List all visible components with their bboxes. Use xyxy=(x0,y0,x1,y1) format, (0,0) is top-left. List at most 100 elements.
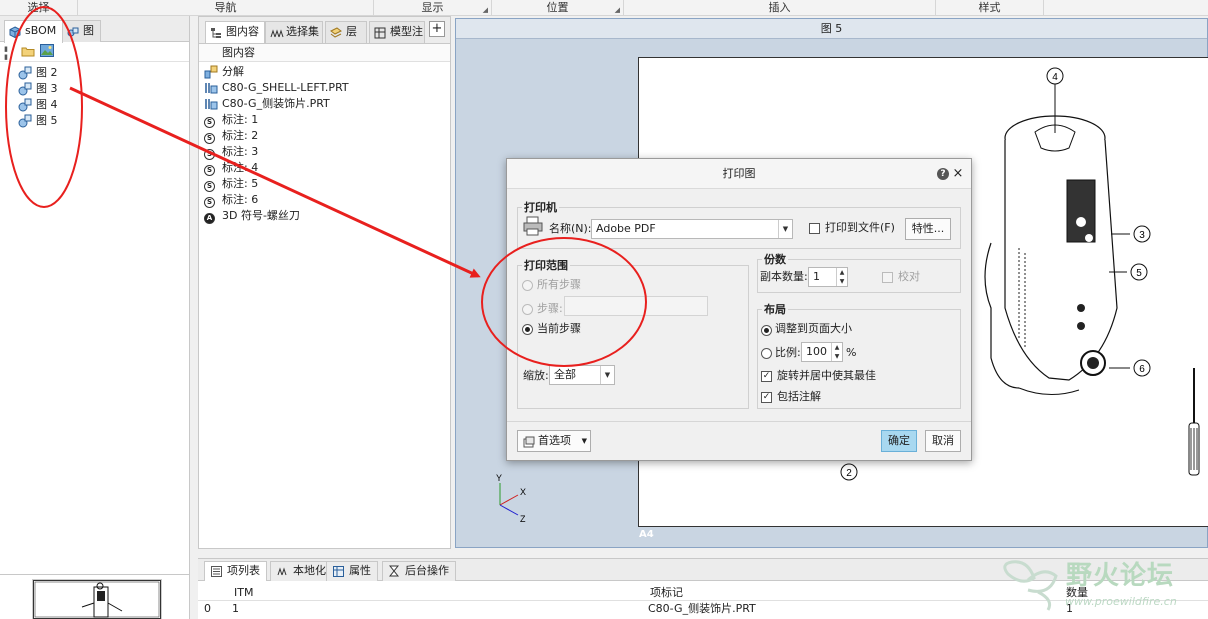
tree-item-view-4[interactable]: 图 4 xyxy=(18,97,58,113)
svg-text:X: X xyxy=(520,487,526,497)
balloon-4[interactable]: 4 xyxy=(1046,67,1064,85)
rotate-center-checkbox[interactable]: ✓ xyxy=(761,371,772,382)
print-to-file-label: 打印到文件(F) xyxy=(825,221,895,234)
layers-icon xyxy=(330,26,342,43)
collate-checkbox[interactable] xyxy=(882,272,893,283)
printer-group-label: 打印机 xyxy=(522,199,559,215)
fit-page-radio[interactable] xyxy=(761,325,772,336)
dialog-launcher-icon[interactable]: ◢ xyxy=(615,3,620,18)
print-dialog: 打印图 ? × 打印机 名称(N): Adobe PDF ▼ 打印到文件(F) 特… xyxy=(506,158,972,461)
copies-count-label: 副本数量: xyxy=(760,270,808,283)
view-icon xyxy=(18,114,32,133)
ribbon-group-navigation[interactable]: 导航 xyxy=(78,0,374,16)
step-input[interactable] xyxy=(564,296,708,316)
chevron-down-icon[interactable]: ▼ xyxy=(778,220,792,238)
all-steps-label: 所有步骤 xyxy=(537,278,581,291)
tab-sbom[interactable]: sBOM xyxy=(4,20,64,43)
printer-name-select[interactable]: Adobe PDF ▼ xyxy=(591,219,793,239)
tree-item-explode[interactable]: 分解 xyxy=(204,64,244,80)
dialog-title-bar[interactable]: 打印图 xyxy=(507,159,971,189)
column-header-item-mark[interactable]: 项标记 xyxy=(650,585,683,601)
svg-text:3: 3 xyxy=(1139,230,1145,241)
zoom-select[interactable]: 全部 ▼ xyxy=(549,365,615,385)
tree-item-annotation-1[interactable]: S 标注: 1 xyxy=(204,112,258,128)
image-icon[interactable] xyxy=(40,44,54,60)
tab-model-annotations[interactable]: 模型注 xyxy=(369,21,425,43)
tree-item-annotation-5[interactable]: S 标注: 5 xyxy=(204,176,258,192)
watermark-url: www.proewildfire.cn xyxy=(1065,595,1177,608)
current-step-label: 当前步骤 xyxy=(537,322,581,335)
svg-text:4: 4 xyxy=(1052,72,1058,83)
tree-item-annotation-2[interactable]: S 标注: 2 xyxy=(204,128,258,144)
tree-item-view-2[interactable]: 图 2 xyxy=(18,65,58,81)
scale-radio[interactable] xyxy=(761,348,772,359)
help-icon[interactable]: ? xyxy=(937,168,949,180)
properties-button[interactable]: 特性... xyxy=(905,218,951,240)
balloon-3[interactable]: 3 xyxy=(1133,225,1151,243)
side-grip: ▮▮ xyxy=(2,45,10,61)
annotation-s-icon: S xyxy=(204,129,215,145)
annotation-s-icon: S xyxy=(204,113,215,129)
chevron-down-icon[interactable]: ▼ xyxy=(600,366,614,384)
print-range-group-label: 打印范围 xyxy=(522,257,570,273)
ribbon-group-display[interactable]: 显示 ◢ xyxy=(374,0,492,16)
collate-label: 校对 xyxy=(898,270,920,283)
view-thumbnail[interactable] xyxy=(33,580,161,619)
tab-layers[interactable]: 层 xyxy=(325,21,367,43)
add-tab-button[interactable]: + xyxy=(429,21,445,37)
tab-item-list[interactable]: 项列表 xyxy=(204,561,267,581)
selection-set-icon xyxy=(270,26,284,43)
all-steps-radio[interactable] xyxy=(522,280,533,291)
drawing-tree-panel: 图内容 选择集 层 模型注 + 图内容 分解 C80-G_SHELL-LEFT.… xyxy=(198,16,451,549)
balloon-2[interactable]: 2 xyxy=(840,463,858,481)
left-tab-strip: sBOM 图 xyxy=(0,16,189,43)
watermark-logo xyxy=(1003,560,1058,611)
tab-properties[interactable]: 属性 xyxy=(326,561,378,581)
stepper-arrows-icon[interactable]: ▲ ▼ xyxy=(831,343,842,361)
cancel-button[interactable]: 取消 xyxy=(925,430,961,452)
tab-background-operations[interactable]: 后台操作 xyxy=(382,561,456,581)
ribbon-group-insert[interactable]: 插入 xyxy=(624,0,936,16)
left-toolbar: ▮▮ xyxy=(0,42,189,62)
tree-icon xyxy=(210,26,222,43)
zoom-label: 缩放: xyxy=(523,369,549,382)
tab-drawing-content[interactable]: 图内容 xyxy=(205,21,265,43)
tree-item-view-5[interactable]: 图 5 xyxy=(18,113,58,129)
tab-selection-set[interactable]: 选择集 xyxy=(265,21,323,43)
coordinate-triad: Y X Z xyxy=(496,473,526,524)
tree-item-3d-symbol[interactable]: A 3D 符号-螺丝刀 xyxy=(204,208,300,224)
svg-text:5: 5 xyxy=(1136,268,1142,279)
current-step-radio[interactable] xyxy=(522,324,533,335)
include-annotations-label: 包括注解 xyxy=(777,390,821,403)
ribbon-group-position[interactable]: 位置 ◢ xyxy=(492,0,624,16)
tree-item-annotation-4[interactable]: S 标注: 4 xyxy=(204,160,258,176)
ribbon-group-select[interactable]: 选择 xyxy=(0,0,78,16)
tree-item-part[interactable]: C80-G_SHELL-LEFT.PRT xyxy=(204,80,349,96)
tab-views[interactable]: 图 xyxy=(62,20,101,42)
folder-icon[interactable] xyxy=(21,45,35,60)
watermark-text: 野火论坛 xyxy=(1066,561,1175,591)
tree-item-annotation-6[interactable]: S 标注: 6 xyxy=(204,192,258,208)
ok-button[interactable]: 确定 xyxy=(881,430,917,452)
step-radio[interactable] xyxy=(522,304,533,315)
close-icon[interactable]: × xyxy=(951,167,965,181)
copies-count-stepper[interactable]: 1 ▲ ▼ xyxy=(808,267,848,287)
column-header-itm[interactable]: ITM xyxy=(234,585,253,601)
balloon-6[interactable]: 6 xyxy=(1133,359,1151,377)
localization-icon xyxy=(277,565,289,583)
ribbon-group-style[interactable]: 样式 xyxy=(936,0,1044,16)
include-annotations-checkbox[interactable]: ✓ xyxy=(761,392,772,403)
printer-name-label: 名称(N): xyxy=(549,222,592,235)
sheet-size-label: A4 xyxy=(639,529,654,540)
tree-item-view-3[interactable]: 图 3 xyxy=(18,81,58,97)
tree-item-annotation-3[interactable]: S 标注: 3 xyxy=(204,144,258,160)
balloon-5[interactable]: 5 xyxy=(1130,263,1148,281)
thumbnail-drawing xyxy=(34,581,160,618)
dialog-launcher-icon[interactable]: ◢ xyxy=(483,3,488,18)
stepper-arrows-icon[interactable]: ▲ ▼ xyxy=(836,268,847,286)
scale-stepper[interactable]: 100 ▲ ▼ xyxy=(801,342,843,362)
print-to-file-checkbox[interactable] xyxy=(809,223,820,234)
tab-localization[interactable]: 本地化 xyxy=(270,561,333,581)
preferences-button[interactable]: 首选项 ▼ xyxy=(517,430,591,452)
tree-item-part[interactable]: C80-G_侧装饰片.PRT xyxy=(204,96,330,112)
